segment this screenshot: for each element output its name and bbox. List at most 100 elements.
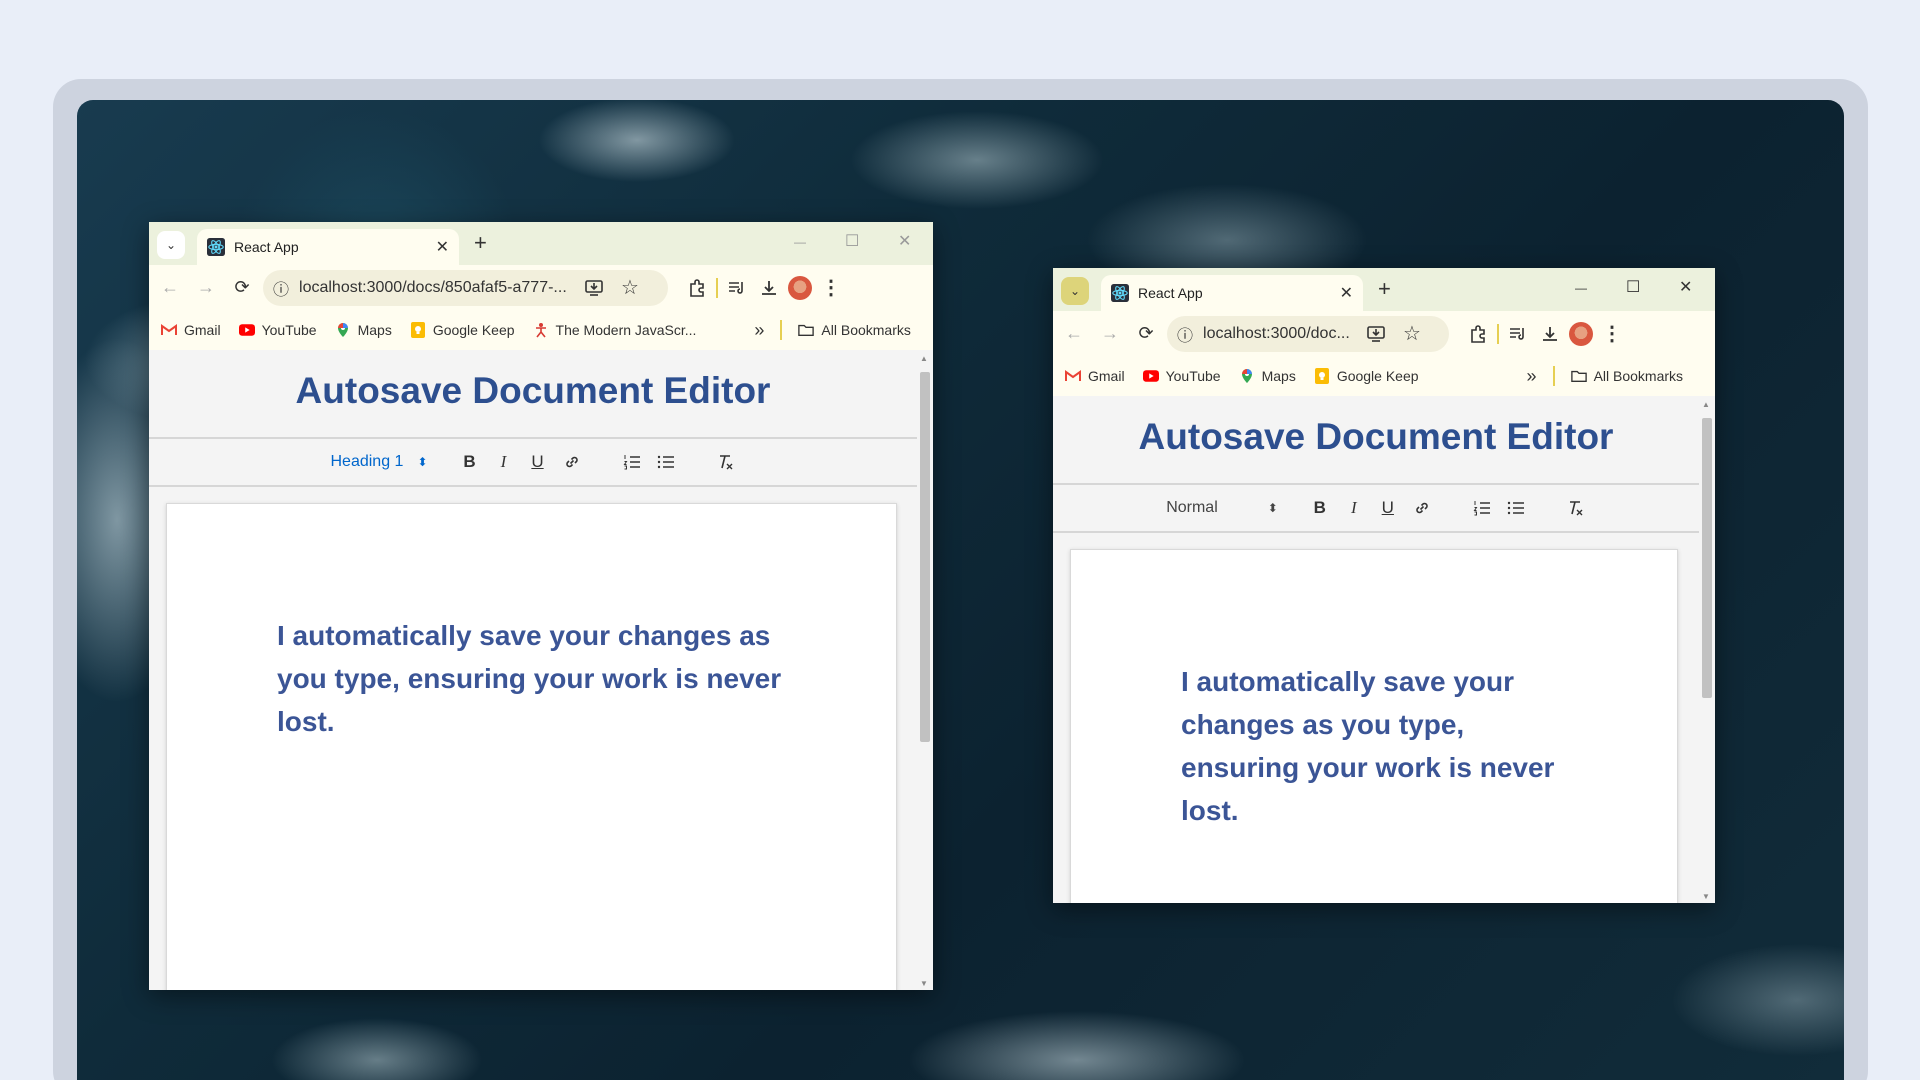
menu-icon[interactable]: ⋮ xyxy=(1599,321,1625,347)
install-app-icon[interactable] xyxy=(581,275,607,301)
reload-icon[interactable]: ⟳ xyxy=(227,273,257,303)
react-favicon-icon xyxy=(1111,284,1129,302)
forward-icon[interactable]: → xyxy=(1095,319,1125,349)
document-page[interactable]: I automatically save your changes as you… xyxy=(1070,549,1678,903)
more-bookmarks-icon[interactable]: » xyxy=(754,320,764,341)
all-bookmarks-folder[interactable]: All Bookmarks xyxy=(1570,368,1683,384)
app-title: Autosave Document Editor xyxy=(1138,416,1614,457)
gmail-icon xyxy=(1065,370,1081,381)
minimize-icon[interactable]: — xyxy=(1575,278,1587,298)
bookmark-star-icon[interactable]: ☆ xyxy=(1399,321,1425,347)
italic-button[interactable]: I xyxy=(494,452,514,472)
bookmark-gmail[interactable]: Gmail xyxy=(1065,368,1125,384)
scrollbar-thumb[interactable] xyxy=(920,372,930,742)
clear-format-button[interactable] xyxy=(716,454,736,470)
scroll-up-icon[interactable]: ▲ xyxy=(920,354,928,363)
scroll-up-icon[interactable]: ▲ xyxy=(1702,400,1710,409)
download-icon[interactable] xyxy=(756,275,782,301)
ordered-list-button[interactable] xyxy=(1472,500,1492,516)
address-bar[interactable]: ⓘ localhost:3000/doc... ☆ xyxy=(1167,315,1449,352)
bookmark-gmail[interactable]: Gmail xyxy=(161,322,221,338)
document-content[interactable]: I automatically save your changes as you… xyxy=(1181,660,1571,832)
all-bookmarks-folder[interactable]: All Bookmarks xyxy=(798,322,911,338)
more-bookmarks-icon[interactable]: » xyxy=(1527,366,1537,387)
gmail-icon xyxy=(161,324,177,335)
menu-icon[interactable]: ⋮ xyxy=(818,275,844,301)
scrollbar-thumb[interactable] xyxy=(1702,418,1712,698)
tab-search-button[interactable]: ⌄ xyxy=(1061,277,1089,305)
bold-button[interactable]: B xyxy=(460,452,480,472)
bookmark-maps[interactable]: Maps xyxy=(335,322,392,338)
tab-search-button[interactable]: ⌄ xyxy=(157,231,185,259)
underline-button[interactable]: U xyxy=(1378,498,1398,518)
install-app-icon[interactable] xyxy=(1363,321,1389,347)
new-tab-icon[interactable]: + xyxy=(1378,277,1391,301)
clear-format-button[interactable] xyxy=(1566,500,1586,516)
forward-icon[interactable]: → xyxy=(191,273,221,303)
format-select[interactable]: Normal ⬍ xyxy=(1166,499,1278,517)
browser-window-right: ⌄ React App ✕ + — ☐ ✕ ← → ⟳ ⓘ localhost:… xyxy=(1053,268,1715,903)
format-select-value: Normal xyxy=(1166,499,1218,516)
close-window-icon[interactable]: ✕ xyxy=(1679,278,1692,298)
scroll-down-icon[interactable]: ▼ xyxy=(1702,892,1710,901)
editor-toolbar: Heading 1 ⬍ B I U xyxy=(149,437,917,487)
link-button[interactable] xyxy=(562,454,582,470)
folder-icon xyxy=(1570,370,1587,382)
underline-button[interactable]: U xyxy=(528,452,548,472)
profile-avatar[interactable] xyxy=(788,275,812,300)
toolbar-divider xyxy=(1497,323,1499,344)
bookmark-modern-javascript[interactable]: The Modern JavaScr... xyxy=(533,322,696,338)
bookmarks-divider xyxy=(780,320,783,340)
new-tab-icon[interactable]: + xyxy=(474,231,487,255)
tab-close-icon[interactable]: ✕ xyxy=(1340,283,1353,303)
tab-close-icon[interactable]: ✕ xyxy=(436,237,449,257)
back-icon[interactable]: ← xyxy=(1059,319,1089,349)
minimize-icon[interactable]: — xyxy=(794,232,806,252)
chevron-down-icon: ⌄ xyxy=(165,238,177,252)
maximize-icon[interactable]: ☐ xyxy=(845,232,859,252)
format-select[interactable]: Heading 1 ⬍ xyxy=(330,453,427,471)
document-page[interactable]: I automatically save your changes as you… xyxy=(166,503,897,990)
bookmark-star-icon[interactable]: ☆ xyxy=(617,275,643,301)
tab-react-app[interactable]: React App ✕ xyxy=(1101,275,1363,311)
link-button[interactable] xyxy=(1412,500,1432,516)
download-icon[interactable] xyxy=(1537,321,1563,347)
maps-pin-icon xyxy=(1241,369,1252,383)
bookmark-youtube[interactable]: YouTube xyxy=(238,322,317,338)
bookmark-maps[interactable]: Maps xyxy=(1239,368,1296,384)
media-controls-icon[interactable] xyxy=(724,275,750,301)
site-info-icon[interactable]: ⓘ xyxy=(1177,322,1193,346)
toolbar-divider xyxy=(716,277,718,298)
back-icon[interactable]: ← xyxy=(155,273,185,303)
bookmark-google-keep[interactable]: Google Keep xyxy=(1314,368,1419,384)
bold-button[interactable]: B xyxy=(1310,498,1330,518)
site-info-icon[interactable]: ⓘ xyxy=(273,276,289,300)
maximize-icon[interactable]: ☐ xyxy=(1626,278,1640,298)
page-scrollbar[interactable]: ▲ ▼ xyxy=(1699,396,1715,903)
tab-react-app[interactable]: React App ✕ xyxy=(197,229,459,265)
profile-avatar[interactable] xyxy=(1569,321,1593,346)
extensions-icon[interactable] xyxy=(1465,321,1491,347)
italic-button[interactable]: I xyxy=(1344,498,1364,518)
close-window-icon[interactable]: ✕ xyxy=(898,232,911,252)
javascript-info-icon xyxy=(535,323,546,338)
ordered-list-button[interactable] xyxy=(622,454,642,470)
extensions-icon[interactable] xyxy=(684,275,710,301)
bookmark-google-keep[interactable]: Google Keep xyxy=(410,322,515,338)
browser-toolbar: ← → ⟳ ⓘ localhost:3000/docs/850afaf5-a77… xyxy=(149,265,933,310)
tab-strip: ⌄ React App ✕ + — ☐ ✕ xyxy=(149,222,933,265)
bullet-list-button[interactable] xyxy=(656,454,676,470)
document-content[interactable]: I automatically save your changes as you… xyxy=(277,614,787,743)
page-scrollbar[interactable]: ▲ ▼ xyxy=(917,350,933,990)
google-keep-icon xyxy=(1314,368,1329,384)
bookmarks-bar: Gmail YouTube Maps Google Keep » All Boo… xyxy=(1053,356,1715,396)
url-text: localhost:3000/docs/850afaf5-a777-... xyxy=(299,278,567,296)
reload-icon[interactable]: ⟳ xyxy=(1131,319,1161,349)
media-controls-icon[interactable] xyxy=(1505,321,1531,347)
youtube-icon xyxy=(1142,370,1159,382)
bullet-list-button[interactable] xyxy=(1506,500,1526,516)
address-bar[interactable]: ⓘ localhost:3000/docs/850afaf5-a777-... … xyxy=(263,269,668,306)
tab-title: React App xyxy=(1138,285,1203,301)
bookmark-youtube[interactable]: YouTube xyxy=(1142,368,1221,384)
scroll-down-icon[interactable]: ▼ xyxy=(920,979,928,988)
